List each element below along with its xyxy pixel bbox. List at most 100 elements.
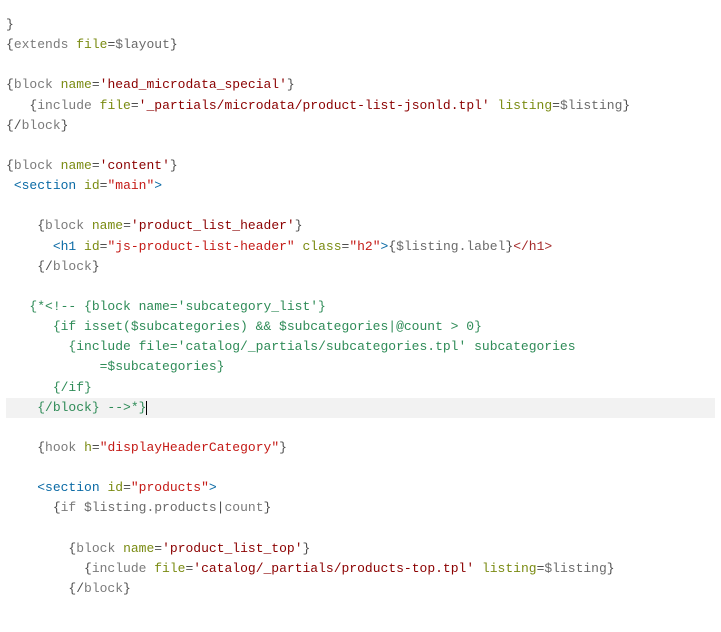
- token-punct: =: [131, 98, 139, 113]
- token-punct: }: [295, 218, 303, 233]
- token-punct: {: [37, 218, 45, 233]
- token-punct: =: [92, 440, 100, 455]
- token-punct: =: [154, 541, 162, 556]
- token-attr: id: [84, 239, 100, 254]
- token-text: [84, 218, 92, 233]
- token-var: $listing: [560, 98, 622, 113]
- token-tag: <section: [14, 178, 76, 193]
- token-kw: block: [84, 581, 123, 596]
- token-punct: }: [303, 541, 311, 556]
- token-punct: {/: [68, 581, 84, 596]
- code-line[interactable]: {hook h="displayHeaderCategory"}: [6, 440, 287, 455]
- token-str: 'head_microdata_special': [100, 77, 287, 92]
- code-line[interactable]: {*<!-- {block name='subcategory_list'}: [6, 299, 326, 314]
- token-punct: {: [6, 158, 14, 173]
- token-punct: {: [6, 37, 14, 52]
- token-text: [76, 500, 84, 515]
- token-kw: block: [76, 541, 115, 556]
- token-attr: file: [76, 37, 107, 52]
- code-editor[interactable]: } {extends file=$layout} {block name='he…: [0, 13, 721, 619]
- token-punct: }: [264, 500, 272, 515]
- token-punct: {: [6, 77, 14, 92]
- token-attr: class: [303, 239, 342, 254]
- token-punct: =: [123, 218, 131, 233]
- code-line[interactable]: {include file='catalog/_partials/product…: [6, 561, 615, 576]
- token-punct: {/: [6, 118, 22, 133]
- token-punct: {: [388, 239, 396, 254]
- code-line[interactable]: {extends file=$layout}: [6, 37, 178, 52]
- code-line[interactable]: {/if}: [6, 380, 92, 395]
- token-str: 'product_list_top': [162, 541, 302, 556]
- token-text: [295, 239, 303, 254]
- token-text: [115, 541, 123, 556]
- token-aval: "h2": [349, 239, 380, 254]
- code-line[interactable]: {block name='content'}: [6, 158, 178, 173]
- token-attr: name: [61, 158, 92, 173]
- code-line[interactable]: <h1 id="js-product-list-header" class="h…: [6, 239, 552, 254]
- token-comm: {/if}: [53, 380, 92, 395]
- token-attr: name: [61, 77, 92, 92]
- token-comm: {*: [29, 299, 45, 314]
- token-punct: }: [287, 77, 295, 92]
- code-line[interactable]: {if isset($subcategories) && $subcategor…: [6, 319, 482, 334]
- code-line[interactable]: }: [6, 17, 14, 32]
- token-text: [76, 440, 84, 455]
- token-close: </h1>: [513, 239, 552, 254]
- token-tag: <h1: [53, 239, 76, 254]
- token-attr: h: [84, 440, 92, 455]
- token-punct: =: [552, 98, 560, 113]
- token-kw: hook: [45, 440, 76, 455]
- token-var: $listing.products: [84, 500, 217, 515]
- token-attr: file: [154, 561, 185, 576]
- token-punct: =: [123, 480, 131, 495]
- token-punct: }: [61, 118, 69, 133]
- token-comm: {if isset($subcategories) && $subcategor…: [53, 319, 482, 334]
- token-tag: >: [154, 178, 162, 193]
- token-text: [76, 239, 84, 254]
- token-kw: include: [92, 561, 147, 576]
- token-punct: =: [92, 77, 100, 92]
- token-punct: {: [53, 500, 61, 515]
- token-comm: =$subcategories}: [100, 359, 225, 374]
- token-comm: <!-- {block name='subcategory_list'}: [45, 299, 326, 314]
- token-comm: {/block} -->: [37, 400, 131, 415]
- token-text: [76, 178, 84, 193]
- token-text: [490, 98, 498, 113]
- token-var: $listing: [544, 561, 606, 576]
- code-line[interactable]: {include file='catalog/_partials/subcate…: [6, 339, 576, 354]
- token-kw: count: [224, 500, 263, 515]
- token-kw: if: [61, 500, 77, 515]
- code-line[interactable]: {/block}: [6, 259, 100, 274]
- token-str: '_partials/microdata/product-list-jsonld…: [139, 98, 490, 113]
- code-line[interactable]: <section id="main">: [6, 178, 162, 193]
- token-str: 'catalog/_partials/products-top.tpl': [193, 561, 474, 576]
- token-attr: id: [84, 178, 100, 193]
- code-line[interactable]: {block name='product_list_top'}: [6, 541, 310, 556]
- code-line[interactable]: {block name='product_list_header'}: [6, 218, 303, 233]
- code-line[interactable]: =$subcategories}: [6, 359, 224, 374]
- token-attr: listing: [498, 98, 553, 113]
- token-attr: name: [123, 541, 154, 556]
- code-line[interactable]: {/block}: [6, 581, 131, 596]
- token-comm: *}: [131, 400, 147, 415]
- text-caret: [146, 401, 147, 415]
- code-line[interactable]: {include file='_partials/microdata/produ…: [6, 98, 630, 113]
- token-comm: {include file='catalog/_partials/subcate…: [68, 339, 575, 354]
- token-tag: <section: [37, 480, 99, 495]
- token-text: [53, 158, 61, 173]
- code-line[interactable]: {if $listing.products|count}: [6, 500, 271, 515]
- token-str: 'content': [100, 158, 170, 173]
- token-punct: {: [84, 561, 92, 576]
- token-punct: }: [123, 581, 131, 596]
- token-punct: }: [170, 37, 178, 52]
- token-aval: "js-product-list-header": [107, 239, 294, 254]
- code-line[interactable]: {/block}: [6, 118, 68, 133]
- token-attr: name: [92, 218, 123, 233]
- code-line[interactable]: {/block} -->*}: [6, 398, 715, 418]
- code-line[interactable]: {block name='head_microdata_special'}: [6, 77, 295, 92]
- token-aval: "displayHeaderCategory": [100, 440, 279, 455]
- code-line[interactable]: <section id="products">: [6, 480, 217, 495]
- token-text: [474, 561, 482, 576]
- token-kw: block: [22, 118, 61, 133]
- token-attr: listing: [482, 561, 537, 576]
